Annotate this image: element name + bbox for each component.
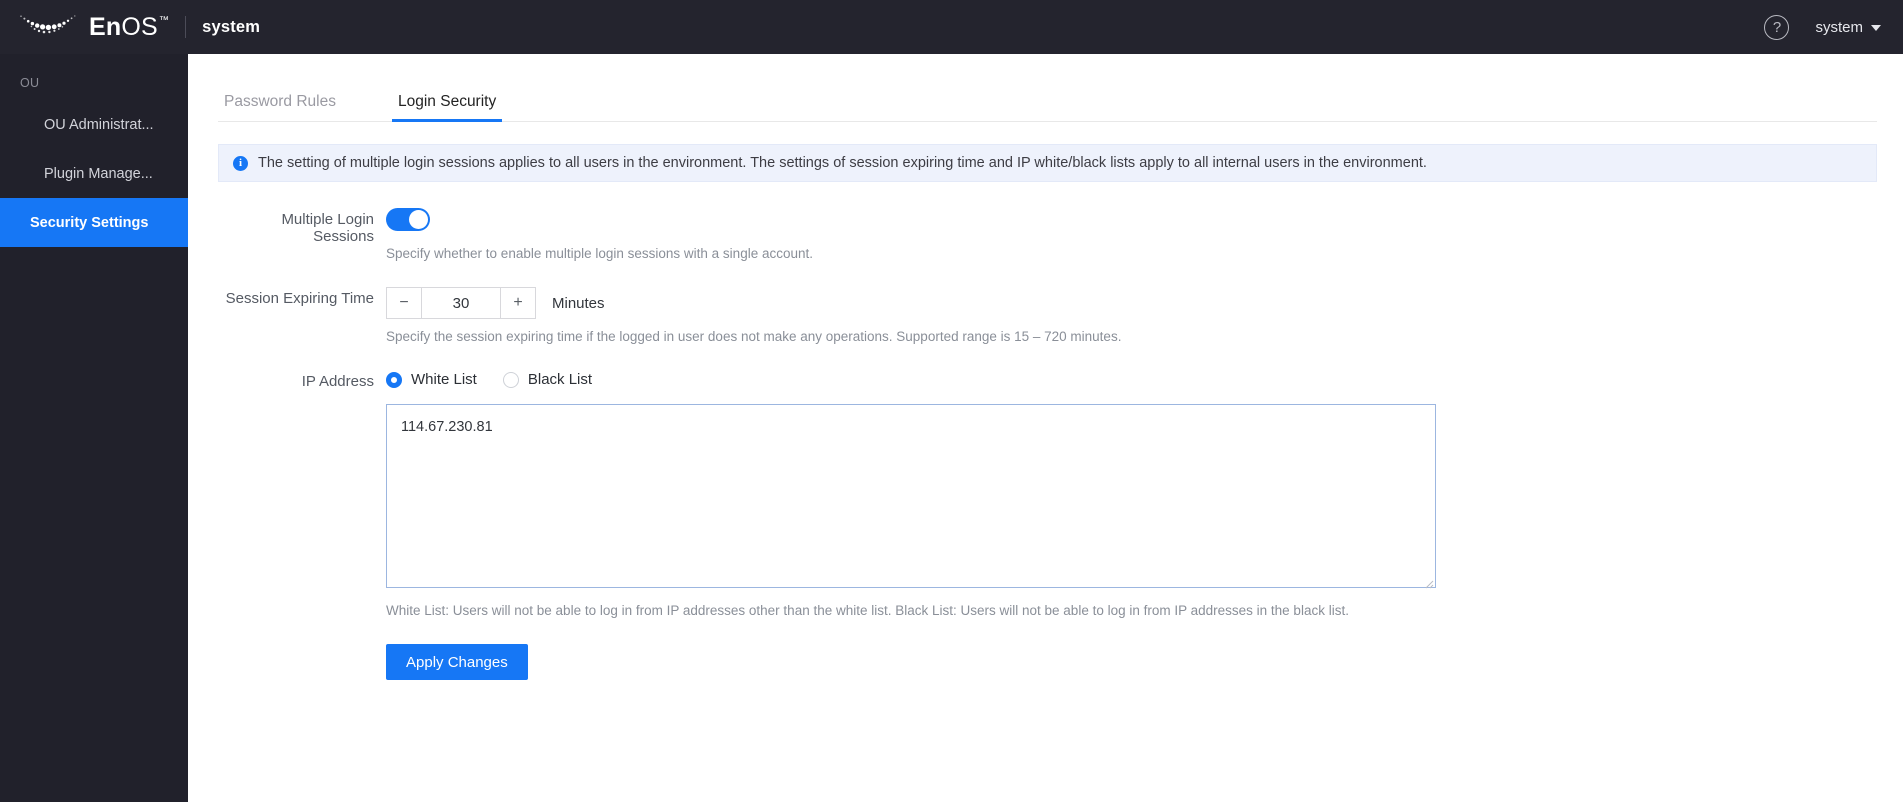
logo-text-os: OS: [121, 15, 158, 40]
radio-selected-icon: [386, 372, 402, 388]
header-divider: [185, 16, 186, 38]
multiple-login-sessions-toggle[interactable]: [386, 208, 430, 231]
info-banner-text: The setting of multiple login sessions a…: [258, 155, 1427, 171]
apply-changes-button[interactable]: Apply Changes: [386, 644, 528, 680]
user-menu[interactable]: system: [1815, 19, 1881, 36]
field-label: IP Address: [218, 370, 386, 390]
header-actions: ? system: [1764, 15, 1881, 40]
info-banner: i The setting of multiple login sessions…: [218, 144, 1877, 182]
info-icon: i: [233, 156, 248, 171]
field-ip-address: IP Address White List Black List: [218, 370, 1877, 680]
decrement-button[interactable]: −: [386, 287, 422, 319]
app-body: OU OU Administrat... Plugin Manage... Se…: [0, 54, 1903, 802]
field-help-text: Specify the session expiring time if the…: [386, 329, 1877, 344]
stepper-unit-label: Minutes: [552, 295, 605, 312]
radio-black-list[interactable]: Black List: [503, 371, 592, 388]
tab-login-security[interactable]: Login Security: [392, 94, 502, 122]
tab-bar: Password Rules Login Security: [218, 54, 1877, 122]
sidebar-item-security-settings[interactable]: Security Settings: [0, 198, 188, 247]
sidebar-item-label: Security Settings: [30, 215, 148, 231]
logo-text-en: En: [89, 15, 121, 40]
enos-dotted-arc-logo-icon: [18, 13, 80, 41]
brand-logo[interactable]: EnOS™: [18, 13, 169, 41]
sidebar: OU OU Administrat... Plugin Manage... Se…: [0, 54, 188, 802]
session-expiring-time-input[interactable]: 30: [422, 287, 500, 319]
field-label: Multiple Login Sessions: [218, 208, 386, 245]
tab-label: Password Rules: [224, 93, 336, 110]
sidebar-item-ou-administration[interactable]: OU Administrat...: [0, 100, 188, 149]
settings-panel: i The setting of multiple login sessions…: [188, 144, 1903, 680]
enos-wordmark: EnOS™: [89, 15, 169, 40]
tab-label: Login Security: [398, 93, 496, 110]
radio-label: Black List: [528, 371, 592, 388]
field-help-text: White List: Users will not be able to lo…: [386, 603, 1877, 618]
user-menu-label: system: [1815, 19, 1863, 36]
app-root: EnOS™ system ? system OU OU Administrat.…: [0, 0, 1903, 802]
field-multiple-login-sessions: Multiple Login Sessions Specify whether …: [218, 208, 1877, 261]
increment-button[interactable]: +: [500, 287, 536, 319]
help-icon[interactable]: ?: [1764, 15, 1789, 40]
field-help-text: Specify whether to enable multiple login…: [386, 246, 1877, 261]
tab-password-rules[interactable]: Password Rules: [218, 94, 342, 122]
sidebar-item-plugin-management[interactable]: Plugin Manage...: [0, 149, 188, 198]
field-control: White List Black List: [386, 370, 1877, 680]
field-control: Specify whether to enable multiple login…: [386, 208, 1877, 261]
ip-list-textarea-wrapper: [386, 404, 1436, 593]
radio-unselected-icon: [503, 372, 519, 388]
field-control: − 30 + Minutes Specify the session expir…: [386, 287, 1877, 344]
field-label: Session Expiring Time: [218, 287, 386, 307]
sidebar-item-label: OU Administrat...: [44, 117, 154, 133]
chevron-down-icon: [1871, 25, 1881, 31]
radio-white-list[interactable]: White List: [386, 371, 477, 388]
main-content: Password Rules Login Security i The sett…: [188, 54, 1903, 802]
app-header: EnOS™ system ? system: [0, 0, 1903, 54]
sidebar-group-label: OU: [0, 68, 188, 100]
header-title: system: [202, 18, 260, 37]
logo-trademark: ™: [159, 16, 169, 26]
ip-list-textarea[interactable]: [386, 404, 1436, 588]
ip-address-radio-group: White List Black List: [386, 370, 1877, 388]
toggle-knob: [409, 210, 428, 229]
session-expiring-time-stepper: − 30 + Minutes: [386, 287, 1877, 319]
radio-label: White List: [411, 371, 477, 388]
field-session-expiring-time: Session Expiring Time − 30 + Minutes Spe…: [218, 287, 1877, 344]
sidebar-item-label: Plugin Manage...: [44, 166, 153, 182]
